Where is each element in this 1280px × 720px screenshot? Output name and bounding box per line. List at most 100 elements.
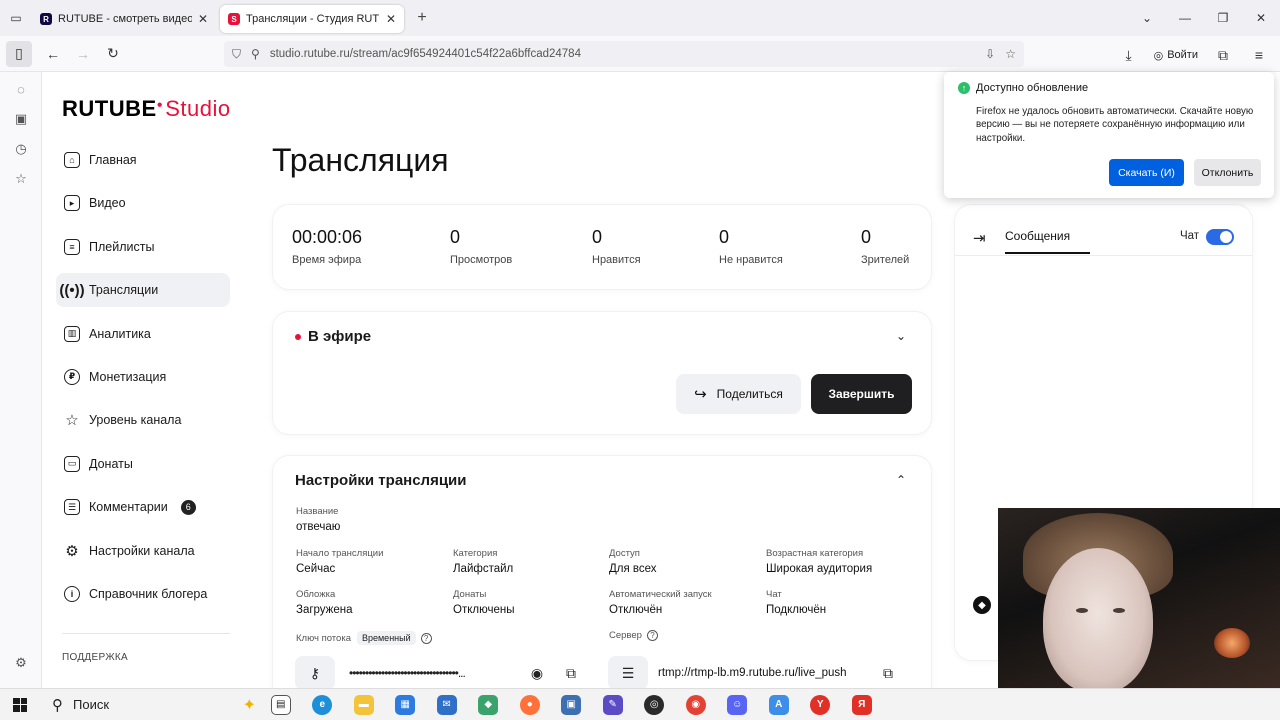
extensions-icon[interactable]: ⧉ — [1208, 40, 1238, 70]
close-icon[interactable]: ✕ — [386, 12, 396, 26]
field-chat: Чат Подключён — [766, 589, 826, 616]
login-button[interactable]: ◎ Войти — [1150, 49, 1202, 62]
sidebar-divider — [62, 633, 230, 634]
field-label: Доступ — [609, 548, 640, 559]
sidebar-toggle-icon[interactable]: ▯ — [6, 40, 32, 67]
video-icon: ▸ — [64, 195, 80, 212]
tab-messages[interactable]: Сообщения — [1005, 229, 1090, 254]
field-label: Сервер — [609, 630, 642, 641]
close-icon[interactable]: ✕ — [198, 12, 208, 26]
chrome-icon[interactable]: ◉ — [675, 689, 717, 720]
lock-icon[interactable]: ⚲ — [251, 47, 260, 61]
live-status-header[interactable]: В эфире — [295, 328, 371, 345]
obs-icon[interactable]: ◎ — [634, 689, 676, 720]
stat-label: Нравится — [592, 254, 641, 266]
yandex-browser-icon[interactable]: Y — [800, 689, 842, 720]
star-icon: ☆ — [65, 412, 79, 430]
stream-settings-card: Настройки трансляции ⌃ Название отвечаю … — [273, 456, 931, 706]
chevron-up-icon[interactable]: ⌃ — [895, 474, 907, 486]
stat-dislikes: 0 Не нравится — [719, 227, 783, 266]
tab-overflow-icon[interactable]: ⌄ — [1128, 11, 1166, 25]
new-tab-button[interactable]: + — [408, 9, 436, 27]
task-view-icon[interactable]: ▤ — [260, 689, 302, 720]
start-button[interactable] — [0, 689, 40, 720]
url-text[interactable]: studio.rutube.ru/stream/ac9f654924401c54… — [270, 48, 975, 60]
gear-icon: ⚙ — [65, 542, 79, 560]
yandex-icon[interactable]: Я — [841, 689, 883, 720]
browser-tab-rutube[interactable]: R RUTUBE - смотреть видео онл ✕ — [32, 5, 216, 33]
sidebar-item-channel-settings[interactable]: ⚙ Настройки канала — [56, 534, 230, 568]
window-close-icon[interactable]: ✕ — [1242, 11, 1280, 25]
reader-icon[interactable]: ⇩ — [985, 47, 995, 61]
bookmarks-icon[interactable]: ☆ — [0, 164, 42, 194]
dismiss-update-button[interactable]: Отклонить — [1194, 159, 1261, 186]
logo-dot: ● — [156, 99, 164, 111]
studio-sidebar: RUTUBE●Studio ⌂ Главная ▸ Видео ≡ Плейлисты… — [42, 72, 242, 688]
tab-list-icon[interactable]: ▭ — [0, 0, 32, 36]
chat-divider — [955, 255, 1252, 256]
customize-gear-icon[interactable]: ⚙ — [0, 648, 42, 678]
finish-stream-button[interactable]: Завершить — [811, 374, 912, 414]
sidebar-item-playlists[interactable]: ≡ Плейлисты — [56, 230, 230, 264]
sidebar-item-home[interactable]: ⌂ Главная — [56, 143, 230, 177]
field-value: отвечаю — [296, 521, 341, 533]
sidebar-item-video[interactable]: ▸ Видео — [56, 186, 230, 220]
settings-header[interactable]: Настройки трансляции — [295, 472, 467, 489]
maximize-icon[interactable]: ❐ — [1204, 11, 1242, 25]
download-update-button[interactable]: Скачать (И) — [1109, 159, 1184, 186]
sidebar-item-donations[interactable]: ▭ Донаты — [56, 447, 230, 481]
help-icon[interactable]: ? — [646, 630, 658, 641]
file-explorer-icon[interactable]: ▬ — [343, 689, 385, 720]
chat-toggle[interactable] — [1206, 229, 1234, 245]
copy-icon[interactable]: ⧉ — [878, 665, 898, 682]
reload-icon[interactable]: ↻ — [98, 39, 128, 69]
forward-icon[interactable]: → — [68, 39, 98, 69]
stat-value: 0 — [592, 227, 603, 247]
floating-action-icon[interactable]: ◆ — [973, 596, 991, 614]
shield-icon[interactable]: ⛉ — [232, 47, 241, 62]
browser-tab-bar: ▭ R RUTUBE - смотреть видео онл ✕ S Тран… — [0, 0, 1280, 36]
page-title: Трансляция — [272, 142, 449, 178]
taskbar-search[interactable]: ⚲ Поиск ✦ — [40, 689, 260, 720]
store-icon[interactable]: ▦ — [385, 689, 427, 720]
logo-main: RUTUBE — [62, 96, 157, 121]
back-icon[interactable]: ← — [38, 39, 68, 69]
ai-chat-icon[interactable]: ◌ — [0, 74, 42, 104]
share-icon: ↪ — [694, 386, 707, 403]
stat-value: 0 — [450, 227, 461, 247]
stream-key-value[interactable]: ••••••••••••••••••••••••••••••••••... — [349, 666, 513, 680]
sidebar-item-analytics[interactable]: ▥ Аналитика — [56, 317, 230, 351]
synced-tabs-icon[interactable]: ▣ — [0, 104, 42, 134]
eye-icon[interactable]: ◉ — [527, 665, 547, 682]
field-label: Ключ потока — [296, 633, 351, 644]
share-button[interactable]: ↪ Поделиться — [676, 374, 801, 414]
sidebar-item-monetization[interactable]: ₽ Монетизация — [56, 360, 230, 394]
copy-icon[interactable]: ⧉ — [561, 665, 581, 682]
firefox-icon[interactable]: ● — [509, 689, 551, 720]
discord-icon[interactable]: ☺ — [717, 689, 759, 720]
sidebar-item-blogger-guide[interactable]: i Справочник блогера — [56, 577, 230, 611]
shell-icon[interactable]: ▣ — [551, 689, 593, 720]
editor-icon[interactable]: ✎ — [592, 689, 634, 720]
stat-label: Просмотров — [450, 254, 513, 266]
menu-icon[interactable]: ≡ — [1244, 40, 1274, 70]
help-icon[interactable]: ? — [420, 633, 432, 644]
bookmark-star-icon[interactable]: ☆ — [1005, 47, 1016, 61]
sidebar-item-channel-level[interactable]: ☆ Уровень канала — [56, 403, 230, 437]
downloads-icon[interactable]: ⤓ — [1114, 40, 1144, 70]
chevron-down-icon[interactable]: ⌄ — [895, 330, 907, 342]
sideloader-icon[interactable]: A — [758, 689, 800, 720]
minimize-icon[interactable]: — — [1166, 11, 1204, 25]
sidebar-item-broadcasts[interactable]: ((•)) Трансляции — [56, 273, 230, 308]
webcam-eye — [1113, 608, 1125, 613]
url-bar[interactable]: ⛉ ⚲ studio.rutube.ru/stream/ac9f65492440… — [224, 41, 1024, 67]
history-icon[interactable]: ◷ — [0, 134, 42, 164]
sidebar-item-comments[interactable]: ☰ Комментарии 6 — [56, 490, 230, 524]
rutube-studio-logo[interactable]: RUTUBE●Studio — [62, 96, 231, 122]
server-url[interactable]: rtmp://rtmp-lb.m9.rutube.ru/live_push — [658, 667, 868, 679]
collapse-panel-icon[interactable]: ⇥ — [973, 229, 986, 247]
browser-tab-studio[interactable]: S Трансляции - Студия RUTUBE ✕ — [220, 5, 404, 33]
mail-icon[interactable]: ✉ — [426, 689, 468, 720]
edge-icon[interactable]: e — [302, 689, 344, 720]
app-icon[interactable]: ◆ — [468, 689, 510, 720]
